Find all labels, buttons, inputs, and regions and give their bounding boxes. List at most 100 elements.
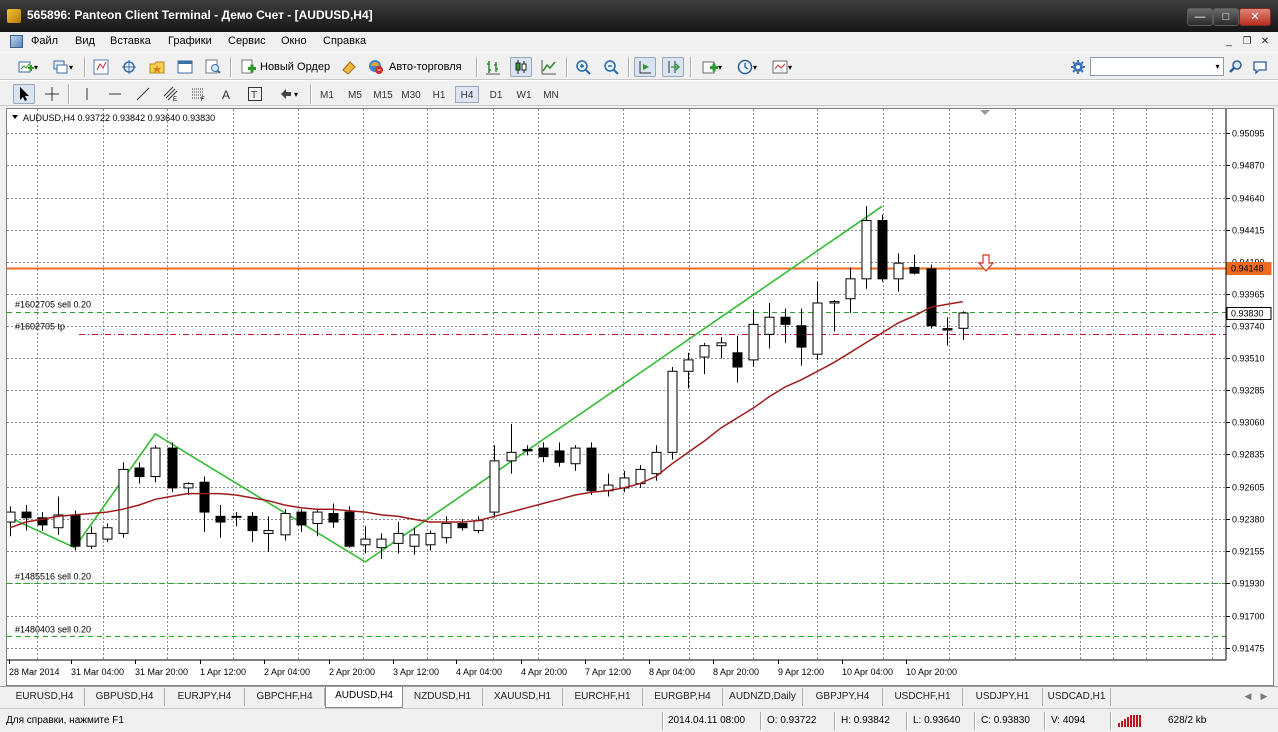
line-chart-button[interactable] (538, 57, 560, 77)
menu-insert[interactable]: Вставка (110, 35, 151, 47)
horizontal-line-button[interactable] (104, 84, 126, 104)
trendline-button[interactable] (132, 84, 154, 104)
candle-body-bull (699, 345, 710, 358)
settings-button[interactable] (1068, 57, 1088, 77)
tab-usdchf-h1[interactable]: USDCHF,H1 (883, 688, 963, 706)
market-watch-button[interactable] (90, 57, 112, 77)
auto-trading-button[interactable]: Авто-торговля (364, 57, 470, 77)
tf-m15-button[interactable]: M15 (370, 86, 396, 103)
candle (909, 254, 920, 275)
menu-charts[interactable]: Графики (168, 35, 212, 47)
fibonacci-button[interactable]: F (188, 84, 210, 104)
tab-audnzd-daily[interactable]: AUDNZD,Daily (723, 688, 803, 706)
cursor-button[interactable] (13, 84, 35, 104)
menu-file[interactable]: Файл (31, 35, 58, 47)
chart-window[interactable]: 0.950950.948700.946400.944150.941900.939… (6, 108, 1274, 686)
candle-body-bull (376, 538, 387, 549)
search-button[interactable] (1226, 57, 1246, 77)
tf-m30-button[interactable]: M30 (398, 86, 424, 103)
tab-usdjpy-h1[interactable]: USDJPY,H1 (963, 688, 1043, 706)
templates-button[interactable]: ▾ (766, 57, 798, 77)
new-order-button[interactable]: Новый Ордер (236, 57, 334, 77)
tab-nzdusd-h1[interactable]: NZDUSD,H1 (403, 688, 483, 706)
tab-audusd-h4[interactable]: AUDUSD,H4 (325, 687, 403, 708)
price-tick-label: 0.91475 (1232, 644, 1265, 654)
candle-body-bear (926, 268, 937, 327)
candle (37, 512, 48, 531)
candlestick-chart-button[interactable] (510, 57, 532, 77)
maximize-button[interactable]: □ (1213, 8, 1239, 26)
tf-h1-button[interactable]: H1 (428, 86, 450, 103)
candle (102, 523, 113, 542)
mdi-minimize-button[interactable]: _ (1222, 35, 1236, 48)
tab-eurgbp-h4[interactable]: EURGBP,H4 (643, 688, 723, 706)
equidistant-channel-button[interactable]: E (160, 84, 182, 104)
tf-m1-button[interactable]: M1 (316, 86, 338, 103)
profiles-button[interactable]: ▾ (47, 57, 79, 77)
connection-status-icon[interactable] (1118, 715, 1144, 727)
navigator-button[interactable] (118, 57, 140, 77)
tab-eurjpy-h4[interactable]: EURJPY,H4 (165, 688, 245, 706)
tab-gbpusd-h4[interactable]: GBPUSD,H4 (85, 688, 165, 706)
arrows-button[interactable]: ▾ (272, 84, 304, 104)
price-tick-label: 0.92605 (1232, 483, 1265, 493)
search-icon (1229, 60, 1242, 73)
price-chart[interactable]: 0.950950.948700.946400.944150.941900.939… (7, 109, 1273, 685)
menu-help[interactable]: Справка (323, 35, 366, 47)
metaeditor-button[interactable] (338, 57, 360, 77)
tab-gbpchf-h4[interactable]: GBPCHF,H4 (245, 688, 325, 706)
search-dropdown-button[interactable]: ▾ (1212, 58, 1223, 75)
indicators-button[interactable]: ▾ (696, 57, 728, 77)
tf-w1-button[interactable]: W1 (512, 86, 536, 103)
mdi-restore-button[interactable]: ❐ (1240, 35, 1254, 48)
tab-eurusd-h4[interactable]: EURUSD,H4 (5, 688, 85, 706)
candle (393, 522, 404, 554)
menu-view[interactable]: Вид (75, 35, 95, 47)
status-datetime: 2014.04.11 08:00 (668, 715, 746, 726)
zoom-in-button[interactable] (572, 57, 594, 77)
candle-body-bull (506, 451, 517, 462)
tab-gbpjpy-h4[interactable]: GBPJPY,H4 (803, 688, 883, 706)
crosshair-target-icon (122, 60, 136, 74)
chart-shift-button[interactable] (662, 57, 684, 77)
auto-scroll-button[interactable] (634, 57, 656, 77)
candle (409, 527, 420, 555)
terminal-button[interactable] (174, 57, 196, 77)
tab-eurchf-h1[interactable]: EURCHF,H1 (563, 688, 643, 706)
bar-chart-button[interactable] (482, 57, 504, 77)
tab-xauusd-h1[interactable]: XAUUSD,H1 (483, 688, 563, 706)
tab-scroll-right-icon[interactable]: ▶ (1258, 691, 1270, 705)
trendline-icon (136, 87, 150, 101)
text-label-button[interactable]: T (244, 84, 266, 104)
text-button[interactable]: A (216, 84, 238, 104)
tf-d1-button[interactable]: D1 (485, 86, 507, 103)
time-tick-label: 1 Apr 12:00 (200, 667, 246, 677)
status-traffic: 628/2 kb (1168, 715, 1207, 726)
favorites-button[interactable] (146, 57, 168, 77)
vertical-line-button[interactable] (76, 84, 98, 104)
candle-body-bull (231, 515, 242, 518)
minimize-button[interactable]: — (1187, 8, 1213, 26)
tf-mn-button[interactable]: MN (539, 86, 563, 103)
chart-shift-marker-icon (980, 110, 990, 115)
candle-body-bull (118, 468, 129, 534)
tab-usdcad-h1[interactable]: USDCAD,H1 (1043, 688, 1111, 706)
new-chart-button[interactable]: ▾ (12, 57, 44, 77)
close-button[interactable]: ✕ (1239, 8, 1271, 26)
search-input[interactable] (1090, 57, 1224, 76)
strategy-tester-button[interactable] (202, 57, 224, 77)
periods-button[interactable]: ▾ (731, 57, 763, 77)
menu-window[interactable]: Окно (281, 35, 307, 47)
candle-body-bull (651, 451, 662, 475)
menu-tools[interactable]: Сервис (228, 35, 266, 47)
zoom-out-button[interactable] (600, 57, 622, 77)
chart-window-icon[interactable] (10, 35, 23, 48)
tf-h4-button[interactable]: H4 (455, 86, 479, 103)
chat-button[interactable] (1250, 57, 1270, 77)
candle (199, 476, 210, 532)
tf-m5-button[interactable]: M5 (344, 86, 366, 103)
candle (215, 504, 226, 538)
tab-scroll-left-icon[interactable]: ◀ (1242, 691, 1254, 705)
crosshair-button[interactable] (41, 84, 63, 104)
mdi-close-button[interactable]: ✕ (1258, 35, 1272, 48)
